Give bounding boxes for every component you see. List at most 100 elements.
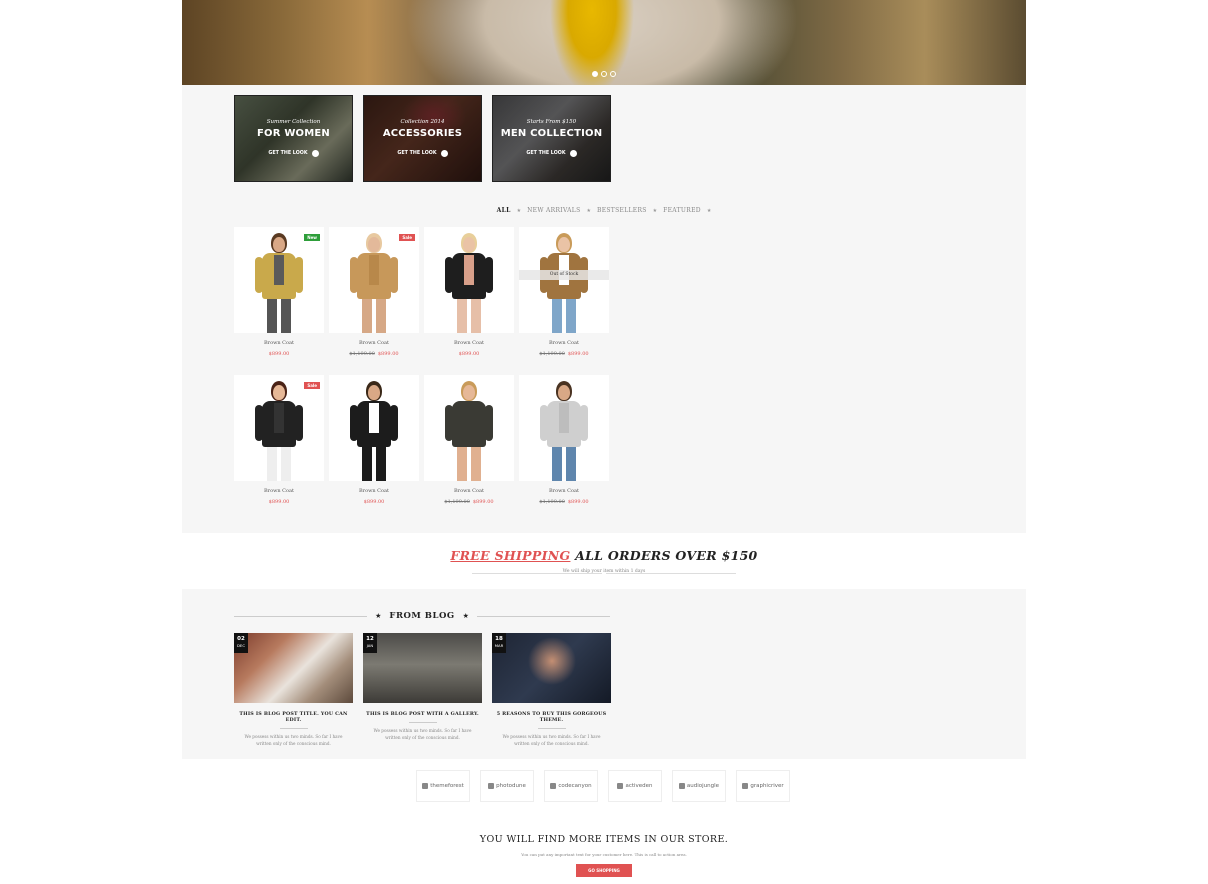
date-badge: 12 JAN [363,633,377,653]
slider-dot-3[interactable] [610,71,616,77]
slider-dots [592,71,616,77]
product-price: $899.00 [234,499,324,505]
figure-shape [464,255,474,285]
figure-shape [273,385,285,400]
blog-post-image[interactable]: 12 JAN [363,633,482,703]
tab-new-arrivals[interactable]: NEW ARRIVALS [527,207,580,214]
figure-shape [485,405,493,441]
product-card[interactable]: Brown Coat $1,199.00 $899.00 [519,375,609,505]
figure-shape [566,447,576,481]
promo-link[interactable]: GET THE LOOK [526,150,577,157]
date-day: 02 [237,636,245,642]
figure-shape [255,405,263,441]
figure-shape [376,299,386,333]
promo-title: FOR WOMEN [257,128,330,139]
product-card[interactable]: Brown Coat $899.00 [424,227,514,357]
brand-graphicriver[interactable]: graphicriver [736,770,790,802]
product-image[interactable]: Out of Stock [519,227,609,333]
product-card[interactable]: Sale Brown Coat $1,199.00 $899.00 [329,227,419,357]
product-card[interactable]: Out of Stock Brown Coat $1,199.00 $899.00 [519,227,609,357]
brand-logo-icon [550,783,557,789]
star-separator-icon: ★ [516,207,522,214]
new-badge: New [304,234,320,241]
old-price: $1,199.00 [349,351,375,357]
product-name[interactable]: Brown Coat [234,340,324,346]
blog-post: 18 MAR 5 REASONS TO BUY THIS GORGEOUS TH… [492,633,611,747]
product-image[interactable]: Sale [234,375,324,481]
figure-shape [368,237,380,252]
star-icon: ★ [462,612,469,620]
product-card[interactable]: Brown Coat $1,199.00 $899.00 [424,375,514,505]
blog-post-image[interactable]: 18 MAR [492,633,611,703]
brand-photodune[interactable]: photodune [480,770,534,802]
current-price: $899.00 [268,499,290,505]
promo-men[interactable]: Starts From $150 MEN COLLECTION GET THE … [492,95,611,182]
tab-bestsellers[interactable]: BESTSELLERS [597,207,647,214]
blog-post-image[interactable]: 02 DEC [234,633,353,703]
promo-text: Collection 2014 ACCESSORIES GET THE LOOK [364,119,481,158]
blog-post-title[interactable]: 5 REASONS TO BUY THIS GORGEOUS THEME. [492,711,611,723]
brand-name: themeforest [430,783,464,789]
figure-shape [281,447,291,481]
slider-dot-2[interactable] [601,71,607,77]
brand-themeforest[interactable]: themeforest [416,770,470,802]
product-price: $1,199.00 $899.00 [519,499,609,505]
blog-post-title[interactable]: THIS IS BLOG POST WITH A GALLERY. [363,711,482,717]
brand-logos: themeforest photodune codecanyon actived… [416,770,790,802]
brand-codecanyon[interactable]: codecanyon [544,770,598,802]
cta-subtitle: You can put any important text for your … [521,852,687,857]
date-day: 18 [495,636,503,642]
product-card[interactable]: Brown Coat $899.00 [329,375,419,505]
product-name[interactable]: Brown Coat [424,488,514,494]
page: Summer Collection FOR WOMEN GET THE LOOK… [182,0,1026,884]
date-day: 12 [366,636,374,642]
figure-shape [580,405,588,441]
promo-women[interactable]: Summer Collection FOR WOMEN GET THE LOOK [234,95,353,182]
product-image[interactable] [424,227,514,333]
promo-link[interactable]: GET THE LOOK [268,150,319,157]
product-model-figure [249,381,309,481]
blog-title: FROM BLOG [389,611,455,621]
figure-shape [273,237,285,252]
promo-link[interactable]: GET THE LOOK [397,150,448,157]
slider-dot-1[interactable] [592,71,598,77]
figure-shape [274,255,284,285]
promo-accessories[interactable]: Collection 2014 ACCESSORIES GET THE LOOK [363,95,482,182]
star-icon: ★ [375,612,382,620]
product-grid: New Brown Coat $899.00 Sale Brown Coat $1,199… [234,227,611,505]
promo-title: ACCESSORIES [382,128,463,139]
brand-logo-icon [488,783,495,789]
figure-shape [457,299,467,333]
product-name[interactable]: Brown Coat [329,340,419,346]
product-image[interactable] [519,375,609,481]
figure-shape [552,299,562,333]
product-name[interactable]: Brown Coat [329,488,419,494]
product-name[interactable]: Brown Coat [234,488,324,494]
brand-audiojungle[interactable]: audiojungle [672,770,726,802]
tab-all[interactable]: ALL [497,207,511,214]
divider [537,728,566,729]
product-image[interactable] [424,375,514,481]
product-image[interactable] [329,375,419,481]
product-name[interactable]: Brown Coat [424,340,514,346]
figure-shape [267,447,277,481]
figure-shape [558,237,570,252]
out-of-stock-label: Out of Stock [519,270,609,280]
hero-slider[interactable] [182,0,1026,85]
arrow-circle-icon [440,150,448,157]
product-price: $899.00 [234,351,324,357]
go-shopping-button[interactable]: GO SHOPPING [576,864,632,877]
product-name[interactable]: Brown Coat [519,488,609,494]
tab-featured[interactable]: FEATURED [663,207,701,214]
blog-post-title[interactable]: THIS IS BLOG POST TITLE. YOU CAN EDIT. [234,711,353,723]
product-name[interactable]: Brown Coat [519,340,609,346]
product-image[interactable]: Sale [329,227,419,333]
product-card[interactable]: Sale Brown Coat $899.00 [234,375,324,505]
product-card[interactable]: New Brown Coat $899.00 [234,227,324,357]
current-price: $899.00 [472,499,494,505]
brand-activeden[interactable]: activeden [608,770,662,802]
figure-shape [566,299,576,333]
product-image[interactable]: New [234,227,324,333]
brand-name: activeden [625,783,653,789]
blog-post: 02 DEC THIS IS BLOG POST TITLE. YOU CAN … [234,633,353,747]
